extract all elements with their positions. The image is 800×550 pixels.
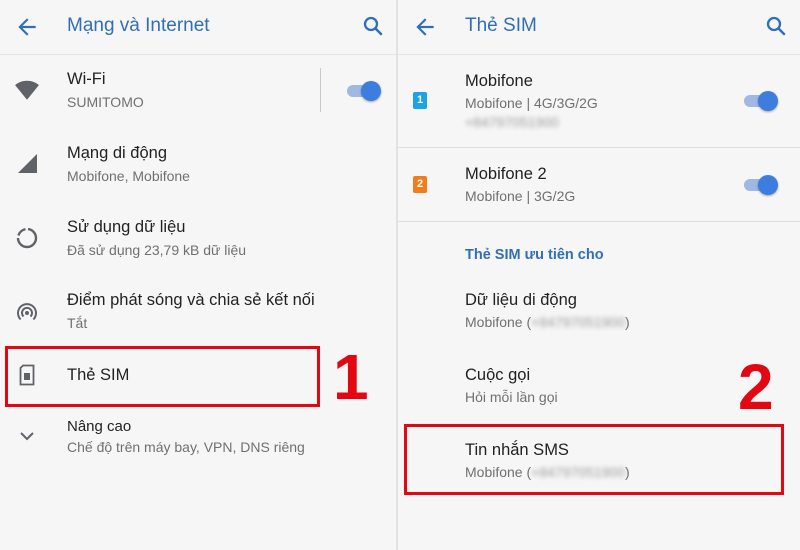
wifi-network-name: SUMITOMO bbox=[67, 94, 144, 110]
sim-1-number: +84797051900 bbox=[465, 114, 559, 130]
wifi-icon bbox=[15, 80, 39, 100]
search-icon[interactable] bbox=[361, 14, 385, 38]
divider bbox=[398, 147, 800, 148]
app-bar: Mạng và Internet bbox=[0, 0, 396, 55]
step-marker-1: 1 bbox=[333, 341, 369, 413]
back-arrow-icon[interactable] bbox=[14, 14, 40, 40]
sim-1-badge-icon: 1 bbox=[413, 92, 427, 109]
divider bbox=[398, 221, 800, 222]
sim-2-badge-icon: 2 bbox=[413, 176, 427, 193]
wifi-toggle[interactable] bbox=[345, 79, 381, 101]
data-usage-label: Sử dụng dữ liệu bbox=[67, 218, 186, 236]
sim-1-toggle[interactable] bbox=[742, 89, 778, 111]
mobile-network-label: Mạng di động bbox=[67, 144, 167, 162]
sim-2-summary: Mobifone | 3G/2G bbox=[465, 188, 576, 204]
sim-1-summary: Mobifone | 4G/3G/2G bbox=[465, 95, 598, 111]
back-arrow-icon[interactable] bbox=[412, 14, 438, 40]
divider bbox=[320, 68, 321, 112]
chevron-down-icon bbox=[20, 432, 34, 441]
sim-1-name: Mobifone bbox=[465, 72, 533, 90]
wifi-label: Wi-Fi bbox=[67, 70, 106, 88]
data-usage-icon bbox=[16, 227, 38, 249]
highlight-box-sim-card bbox=[5, 346, 320, 407]
highlight-box-sms bbox=[404, 424, 784, 495]
hotspot-icon bbox=[17, 303, 37, 321]
advanced-label: Nâng cao bbox=[67, 418, 132, 435]
hotspot-label: Điểm phát sóng và chia sẻ kết nối bbox=[67, 291, 315, 309]
advanced-summary: Chế độ trên máy bay, VPN, DNS riêng bbox=[67, 439, 305, 455]
network-settings-panel: Mạng và Internet Wi-Fi SUMITOMO Mạng di … bbox=[0, 0, 396, 550]
app-bar: Thẻ SIM bbox=[398, 0, 800, 55]
page-title: Thẻ SIM bbox=[465, 15, 537, 36]
hotspot-status: Tắt bbox=[67, 315, 88, 331]
pref-mobile-data-label: Dữ liệu di động bbox=[465, 291, 577, 309]
page-title: Mạng và Internet bbox=[67, 15, 210, 36]
sim-cards-panel: Thẻ SIM 1 Mobifone Mobifone | 4G/3G/2G +… bbox=[398, 0, 800, 550]
step-marker-2: 2 bbox=[738, 351, 774, 423]
pref-calls-summary: Hỏi mỗi lần gọi bbox=[465, 389, 558, 405]
signal-icon bbox=[18, 154, 37, 173]
pref-mobile-data-summary: Mobifone (+84797051900) bbox=[465, 314, 630, 330]
sim-2-name: Mobifone 2 bbox=[465, 165, 547, 183]
sim-2-toggle[interactable] bbox=[742, 173, 778, 195]
mobile-network-summary: Mobifone, Mobifone bbox=[67, 168, 190, 184]
section-header-preferred-sim: Thẻ SIM ưu tiên cho bbox=[465, 247, 604, 263]
search-icon[interactable] bbox=[764, 14, 788, 38]
pref-calls-label: Cuộc gọi bbox=[465, 366, 531, 384]
data-usage-summary: Đã sử dụng 23,79 kB dữ liệu bbox=[67, 242, 247, 258]
